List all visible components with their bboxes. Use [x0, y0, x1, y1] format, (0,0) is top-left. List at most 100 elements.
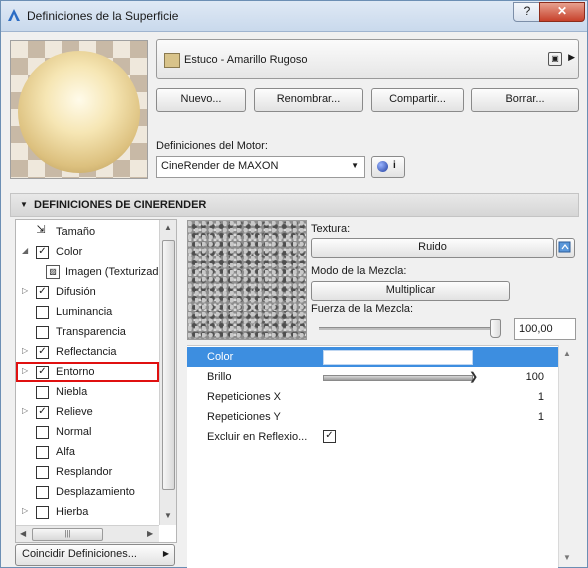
collapsed-arrow-icon[interactable]: ▷ [22, 506, 28, 515]
expanded-arrow-icon[interactable]: ◢ [22, 246, 28, 255]
property-row-brightness[interactable]: Brillo ❯ 100 [187, 367, 558, 387]
chevron-down-icon: ▼ [351, 161, 359, 170]
color-checkbox[interactable]: ✓ [36, 246, 49, 259]
brightness-slider-thumb[interactable]: ❯ [469, 370, 478, 383]
window-title: Definiciones de la Superficie [27, 9, 179, 23]
transparency-checkbox[interactable] [36, 326, 49, 339]
property-value[interactable]: 100 [526, 371, 544, 383]
property-value[interactable]: 1 [538, 391, 544, 403]
surface-selector[interactable]: Estuco - Amarillo Rugoso ▣ ▶ [156, 39, 579, 79]
tree-item-label: Reflectancia [56, 346, 117, 358]
tree-item-label: Luminancia [56, 306, 113, 318]
surface-settings-window: Definiciones de la Superficie ? ✕ Estuco… [0, 0, 588, 568]
match-settings-button[interactable]: Coincidir Definiciones... ▶ [15, 544, 175, 566]
property-row-exclude-reflection[interactable]: Excluir en Reflexio... ✓ [187, 427, 558, 447]
tree-item-bump[interactable]: ▷ ✓ Relieve [16, 402, 159, 422]
alpha-checkbox[interactable] [36, 446, 49, 459]
property-value[interactable]: 1 [538, 411, 544, 423]
engine-dropdown[interactable]: CineRender de MAXON ▼ [156, 156, 365, 178]
tree-item-fog[interactable]: Niebla [16, 382, 159, 402]
scroll-up-icon[interactable]: ▲ [164, 223, 172, 232]
scroll-down-icon[interactable]: ▼ [164, 511, 172, 520]
tree-item-displacement[interactable]: Desplazamiento [16, 482, 159, 502]
engine-label: Definiciones del Motor: [156, 140, 268, 152]
tree-item-label: Normal [56, 426, 92, 438]
environment-checkbox[interactable]: ✓ [36, 366, 49, 379]
preview-sphere [18, 51, 140, 173]
tree-item-label: Relieve [56, 406, 93, 418]
close-button[interactable]: ✕ [539, 2, 585, 22]
rename-button[interactable]: Renombrar... [254, 88, 363, 112]
tree-item-luminance[interactable]: Luminancia [16, 302, 159, 322]
tree-item-label: Hierba [56, 506, 89, 518]
engine-value: CineRender de MAXON [161, 160, 279, 172]
info-icon: i [393, 160, 396, 171]
chevron-right-icon[interactable]: ▶ [568, 52, 575, 63]
title-bar[interactable]: Definiciones de la Superficie ? ✕ [1, 1, 587, 32]
help-button[interactable]: ? [513, 2, 541, 22]
engine-info-button[interactable]: i [371, 156, 405, 178]
mix-mode-label: Modo de la Mezcla: [311, 265, 407, 277]
tree-item-environment[interactable]: ▷ ✓ Entorno [16, 362, 159, 382]
glow-checkbox[interactable] [36, 466, 49, 479]
displacement-checkbox[interactable] [36, 486, 49, 499]
tree-vertical-scrollbar[interactable]: ▲ ▼ [159, 220, 176, 525]
collapsed-arrow-icon[interactable]: ▷ [22, 366, 28, 375]
tree-item-label: Resplandor [56, 466, 113, 478]
diffusion-checkbox[interactable]: ✓ [36, 286, 49, 299]
share-button[interactable]: Compartir... [371, 88, 464, 112]
tree-item-grass[interactable]: ▷ Hierba [16, 502, 159, 522]
tree-item-label: Alfa [56, 446, 75, 458]
property-name: Repeticiones X [207, 391, 281, 403]
bump-checkbox[interactable]: ✓ [36, 406, 49, 419]
property-row-repeat-x[interactable]: Repeticiones X 1 [187, 387, 558, 407]
collapse-triangle-icon[interactable]: ▼ [20, 200, 28, 209]
scroll-right-icon[interactable]: ▶ [147, 529, 153, 538]
grass-checkbox[interactable] [36, 506, 49, 519]
image-library-icon[interactable]: ▣ [548, 52, 562, 66]
tree-item-reflectance[interactable]: ▷ ✓ Reflectancia [16, 342, 159, 362]
texture-options-button[interactable] [556, 238, 575, 258]
property-row-color[interactable]: Color [187, 347, 558, 367]
property-row-repeat-y[interactable]: Repeticiones Y 1 [187, 407, 558, 427]
chevron-right-icon: ▶ [162, 549, 169, 558]
tree-item-glow[interactable]: Resplandor [16, 462, 159, 482]
scroll-up-icon[interactable]: ▲ [563, 349, 571, 358]
tree-item-size[interactable]: ⇲ Tamaño [16, 222, 159, 242]
color-swatch-field[interactable] [323, 350, 473, 365]
texture-noise-button[interactable]: Ruido [311, 238, 554, 258]
new-button[interactable]: Nuevo... [156, 88, 246, 112]
tree-item-label: Niebla [56, 386, 88, 398]
luminance-checkbox[interactable] [36, 306, 49, 319]
fog-checkbox[interactable] [36, 386, 49, 399]
brightness-slider[interactable] [323, 375, 473, 381]
property-name: Brillo [207, 371, 232, 383]
delete-button[interactable]: Borrar... [471, 88, 579, 112]
tree-item-alpha[interactable]: Alfa [16, 442, 159, 462]
scroll-down-icon[interactable]: ▼ [563, 553, 571, 562]
normal-checkbox[interactable] [36, 426, 49, 439]
scroll-left-icon[interactable]: ◀ [20, 529, 26, 538]
exclude-reflection-checkbox[interactable]: ✓ [323, 430, 336, 443]
cinerender-section-header[interactable]: ▼ DEFINICIONES DE CINERENDER [10, 193, 579, 217]
property-list-scrollbar[interactable]: ▲ ▼ [558, 345, 576, 567]
tree-item-transparency[interactable]: Transparencia [16, 322, 159, 342]
mix-mode-button[interactable]: Multiplicar [311, 281, 510, 301]
tree-item-label: Transparencia [56, 326, 126, 338]
tree-horizontal-scrollbar[interactable]: ◀ ||| ▶ [16, 525, 159, 542]
mix-strength-slider[interactable] [319, 327, 499, 330]
mix-strength-field[interactable]: 100,00 [514, 318, 576, 340]
tree-item-image-texture[interactable]: ▨ Imagen (Texturizad [16, 262, 159, 282]
channel-tree: ⇲ Tamaño ◢ ✓ Color ▨ Imagen (Texturizad … [15, 219, 177, 543]
collapsed-arrow-icon[interactable]: ▷ [22, 346, 28, 355]
scroll-thumb[interactable]: ||| [32, 528, 103, 541]
tree-item-diffusion[interactable]: ▷ ✓ Difusión [16, 282, 159, 302]
texture-edit-icon [558, 241, 571, 253]
collapsed-arrow-icon[interactable]: ▷ [22, 286, 28, 295]
reflectance-checkbox[interactable]: ✓ [36, 346, 49, 359]
tree-item-normal[interactable]: Normal [16, 422, 159, 442]
mix-strength-slider-thumb[interactable] [490, 319, 501, 338]
collapsed-arrow-icon[interactable]: ▷ [22, 406, 28, 415]
scroll-thumb[interactable] [162, 240, 175, 490]
tree-item-color[interactable]: ◢ ✓ Color [16, 242, 159, 262]
